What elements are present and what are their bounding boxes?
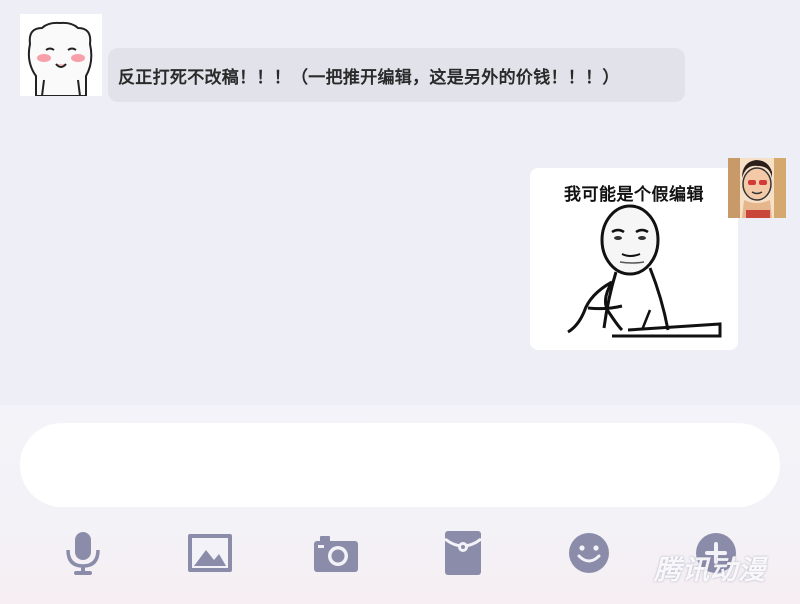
- cartoon-avatar-icon: [728, 158, 786, 218]
- incoming-message-bubble[interactable]: 反正打死不改稿！！！（一把推开编辑，这是另外的价钱！！！）: [108, 48, 685, 102]
- user-avatar[interactable]: [728, 158, 786, 218]
- contact-avatar[interactable]: [20, 14, 102, 96]
- emoji-icon: [569, 533, 609, 573]
- image-button[interactable]: [182, 525, 238, 581]
- red-packet-button[interactable]: [435, 525, 491, 581]
- microphone-icon: [66, 532, 100, 575]
- meme-figure-sticker: [567, 204, 722, 338]
- image-icon: [188, 534, 232, 572]
- voice-button[interactable]: [55, 525, 111, 581]
- outgoing-sticker-bubble[interactable]: 我可能是个假编辑: [530, 168, 738, 350]
- watermark: 腾讯动漫: [654, 555, 766, 586]
- bear-sticker-avatar: [20, 14, 102, 96]
- chat-area: 反正打死不改稿！！！（一把推开编辑，这是另外的价钱！！！） 我可能是个假编辑: [0, 0, 800, 405]
- camera-button[interactable]: [308, 525, 364, 581]
- incoming-message-text: 反正打死不改稿！！！（一把推开编辑，这是另外的价钱！！！）: [118, 67, 620, 88]
- camera-icon: [314, 536, 358, 572]
- message-input[interactable]: [20, 423, 780, 507]
- red-packet-icon: [445, 531, 481, 575]
- emoji-button[interactable]: [561, 525, 617, 581]
